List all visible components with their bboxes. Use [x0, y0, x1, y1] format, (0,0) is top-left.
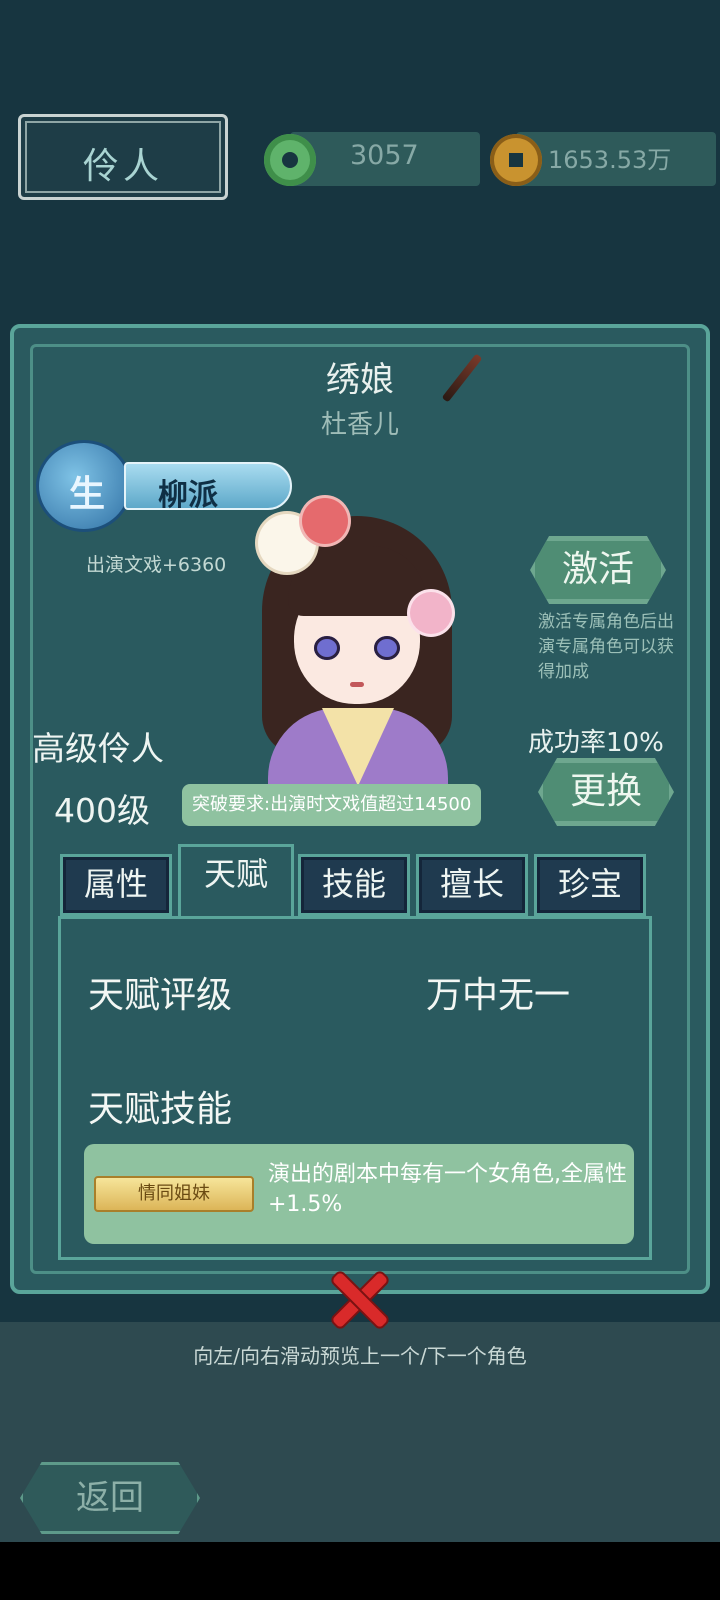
tab-talent[interactable]: 天赋	[178, 844, 294, 920]
navigation-bar-area	[0, 1542, 720, 1600]
dragon-emblem-icon: 生	[36, 440, 132, 532]
portrait-eye-right	[374, 636, 400, 660]
jade-icon	[264, 134, 316, 186]
portrait-eye-left	[314, 636, 340, 660]
faction-name: 柳派	[158, 478, 218, 513]
talent-skill-tag: 情同姐妹	[94, 1176, 254, 1212]
activate-button[interactable]: 激活	[530, 536, 666, 604]
tab-skills[interactable]: 技能	[298, 854, 410, 916]
back-button[interactable]: 返回	[20, 1462, 200, 1534]
pink-flower-icon	[410, 592, 452, 634]
close-icon[interactable]	[330, 1270, 390, 1330]
red-flower-icon	[302, 498, 348, 544]
coin-counter[interactable]: 1653.53万	[516, 132, 716, 186]
change-button[interactable]: 更换	[538, 758, 674, 826]
talent-rating-label: 天赋评级	[88, 975, 233, 1016]
talent-rating-value: 万中无一	[426, 975, 571, 1016]
perform-bonus: 出演文戏+6360	[86, 554, 227, 576]
tab-specialty[interactable]: 擅长	[416, 854, 528, 916]
activate-note: 激活专属角色后出演专属角色可以获得加成	[538, 612, 674, 682]
role-title: 绣娘	[326, 360, 394, 400]
swipe-hint: 向左/向右滑动预览上一个/下一个角色	[193, 1344, 527, 1368]
tab-attributes[interactable]: 属性	[60, 854, 172, 916]
level-label: 400级	[54, 791, 150, 830]
rank-label: 高级伶人	[32, 729, 164, 768]
faction-type: 生	[69, 474, 106, 515]
page-title: 伶人	[82, 146, 163, 187]
talent-skill-description: 演出的剧本中每有一个女角色,全属性+1.5%	[268, 1162, 627, 1217]
tab-bar: 属性 天赋 技能 擅长 珍宝	[60, 844, 652, 920]
jade-counter[interactable]: 3057	[290, 132, 480, 186]
success-rate: 成功率10%	[528, 728, 664, 758]
tab-treasure[interactable]: 珍宝	[534, 854, 646, 916]
page-title-plate: 伶人	[18, 114, 228, 200]
talent-skill-card: 情同姐妹 演出的剧本中每有一个女角色,全属性+1.5%	[84, 1144, 634, 1244]
portrait-mouth	[350, 682, 364, 687]
role-name: 杜香儿	[320, 410, 399, 440]
talent-skill-label: 天赋技能	[88, 1089, 233, 1130]
character-portrait	[232, 486, 482, 788]
coin-amount: 1653.53万	[548, 146, 672, 174]
jade-amount: 3057	[350, 140, 419, 171]
breakthrough-requirement: 突破要求:出演时文戏值超过14500	[182, 784, 482, 826]
coin-icon	[490, 134, 542, 186]
